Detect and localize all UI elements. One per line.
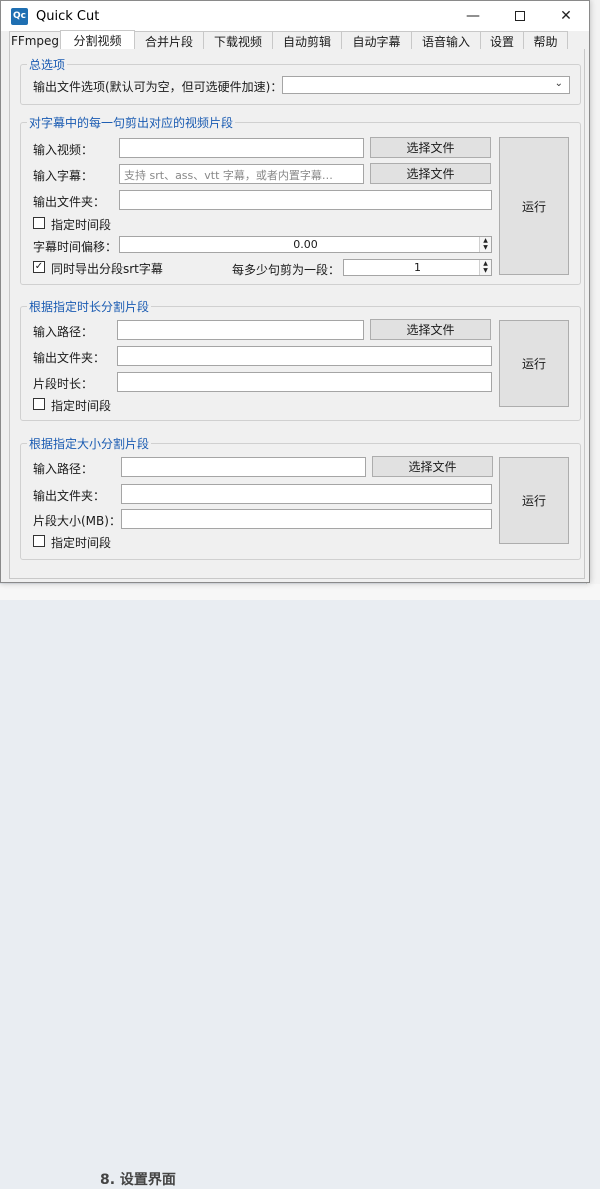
input-video-label: 输入视频： [33,143,94,157]
close-button[interactable]: ✕ [543,1,589,31]
tab-voice-input[interactable]: 语音输入 [411,31,481,50]
specify-time-label: 指定时间段 [51,536,112,550]
group-title: 根据指定大小分割片段 [27,435,152,452]
group-title: 根据指定时长分割片段 [27,298,152,315]
tab-split-video[interactable]: 分割视频 [60,30,135,50]
background-text: 8. 设置界面 [100,1172,176,1188]
per-segment-label: 每多少句剪为一段： [232,263,341,277]
split-video-panel: 总选项 输出文件选项(默认可为空，但可选硬件加速)： ⌄ 对字幕中的每一句剪出对… [9,49,585,579]
spin-arrows-icon[interactable]: ▲ ▼ [479,237,491,252]
tab-bar: FFmpeg 分割视频 合并片段 下载视频 自动剪辑 自动字幕 语音输入 设置 … [9,30,583,50]
size-field[interactable] [121,509,492,529]
size-label: 片段大小(MB)： [33,514,121,528]
group-title: 对字幕中的每一句剪出对应的视频片段 [27,114,236,131]
specify-time-checkbox[interactable] [33,398,45,410]
output-option-label: 输出文件选项(默认可为空，但可选硬件加速)： [33,80,283,94]
window-title: Quick Cut [36,8,100,24]
spin-arrows-icon[interactable]: ▲ ▼ [479,260,491,275]
specify-time-label: 指定时间段 [51,399,112,413]
general-options-group: 总选项 输出文件选项(默认可为空，但可选硬件加速)： ⌄ [20,56,581,105]
run-subtitle-cut-button[interactable]: 运行 [499,137,569,275]
select-video-button[interactable]: 选择文件 [370,137,491,158]
output-folder-field[interactable] [119,190,492,210]
group-title: 总选项 [27,56,68,73]
tab-download[interactable]: 下载视频 [203,31,273,50]
chevron-down-icon: ⌄ [554,78,563,89]
run-duration-cut-button[interactable]: 运行 [499,320,569,407]
output-folder-field[interactable] [117,346,492,366]
maximize-button[interactable] [497,1,543,31]
background-window-bottom: 8. 设置界面 [0,584,600,1188]
input-path-field[interactable] [117,320,364,340]
tab-help[interactable]: 帮助 [523,31,568,50]
app-logo-icon: Qc [11,7,28,25]
input-path-label: 输入路径： [33,325,94,339]
tab-auto-edit[interactable]: 自动剪辑 [272,31,342,50]
duration-label: 片段时长： [33,377,94,391]
size-cut-group: 根据指定大小分割片段 输入路径： 选择文件 输出文件夹： 片段大小(MB)： 指… [20,435,581,560]
app-window: Qc Quick Cut — ✕ FFmpeg 分割视频 合并片段 下载视频 自… [0,0,590,583]
tab-merge[interactable]: 合并片段 [134,31,204,50]
run-size-cut-button[interactable]: 运行 [499,457,569,544]
tab-auto-subtitle[interactable]: 自动字幕 [341,31,412,50]
checkmark-icon: ✓ [34,261,44,272]
export-srt-label: 同时导出分段srt字幕 [51,262,163,276]
specify-time-checkbox[interactable] [33,217,45,229]
tab-settings[interactable]: 设置 [480,31,524,50]
input-path-field[interactable] [121,457,366,477]
select-file-button[interactable]: 选择文件 [372,456,493,477]
input-subtitle-field[interactable]: 支持 srt、ass、vtt 字幕，或者内置字幕… [119,164,364,184]
offset-value: 0.00 [293,238,318,251]
title-bar: Qc Quick Cut — ✕ [1,1,589,31]
export-srt-checkbox[interactable]: ✓ [33,261,45,273]
specify-time-checkbox[interactable] [33,535,45,547]
duration-field[interactable] [117,372,492,392]
minimize-icon: — [466,8,480,24]
maximize-icon [515,11,525,21]
output-option-combobox[interactable]: ⌄ [282,76,570,94]
output-folder-field[interactable] [121,484,492,504]
duration-cut-group: 根据指定时长分割片段 输入路径： 选择文件 输出文件夹： 片段时长： 指定时间段… [20,298,581,421]
offset-label: 字幕时间偏移： [33,240,118,254]
output-folder-label: 输出文件夹： [33,489,106,503]
tab-ffmpeg[interactable]: FFmpeg [9,31,61,50]
input-path-label: 输入路径： [33,462,94,476]
per-segment-spinbox[interactable]: 1 ▲ ▼ [343,259,492,276]
input-video-field[interactable] [119,138,364,158]
minimize-button[interactable]: — [450,1,496,31]
close-icon: ✕ [560,8,572,24]
input-subtitle-label: 输入字幕： [33,169,94,183]
per-segment-value: 1 [414,261,421,274]
select-subtitle-button[interactable]: 选择文件 [370,163,491,184]
select-file-button[interactable]: 选择文件 [370,319,491,340]
output-folder-label: 输出文件夹： [33,195,106,209]
specify-time-label: 指定时间段 [51,218,112,232]
output-folder-label: 输出文件夹： [33,351,106,365]
offset-spinbox[interactable]: 0.00 ▲ ▼ [119,236,492,253]
subtitle-cut-group: 对字幕中的每一句剪出对应的视频片段 输入视频： 选择文件 输入字幕： 支持 sr… [20,114,581,285]
